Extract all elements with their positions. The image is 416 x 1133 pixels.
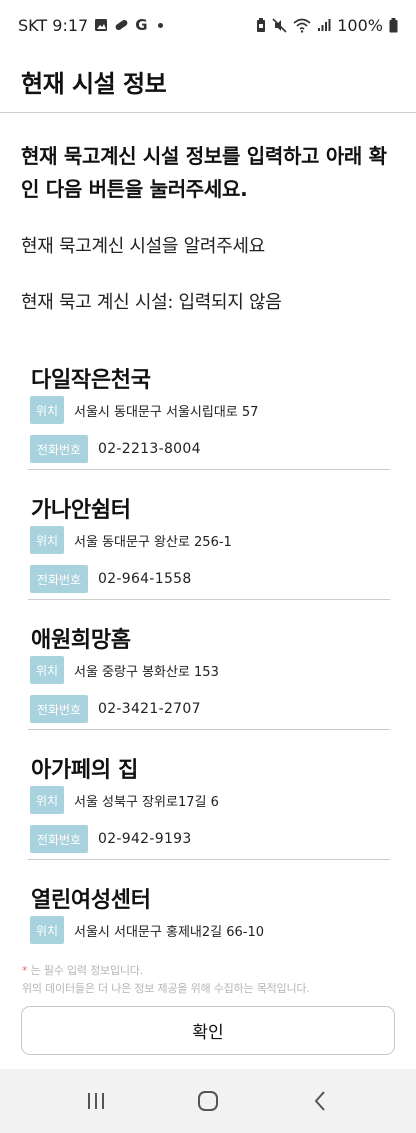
dot-icon xyxy=(157,22,163,28)
facility-list: 다일작은천국 위치 서울시 동대문구 서울시립대로 57 전화번호 02-221… xyxy=(0,340,416,960)
phone-row: 전화번호 02-2213-8004 xyxy=(30,435,201,463)
location-value: 서울 중랑구 봉화산로 153 xyxy=(74,664,219,680)
location-row: 위치 서울 동대문구 왕산로 256-1 xyxy=(30,526,232,554)
wifi-icon xyxy=(293,18,311,33)
location-value: 서울 동대문구 왕산로 256-1 xyxy=(74,534,232,550)
mute-icon xyxy=(272,17,287,33)
home-icon xyxy=(198,1091,218,1111)
back-icon xyxy=(314,1091,325,1111)
recent-apps-button[interactable] xyxy=(66,1076,126,1126)
recent-apps-icon xyxy=(88,1093,104,1109)
phone-value: 02-2213-8004 xyxy=(98,441,201,457)
required-note-text: 는 필수 입력 정보입니다. xyxy=(27,964,144,977)
location-tag: 위치 xyxy=(30,916,64,944)
facility-item[interactable]: 다일작은천국 위치 서울시 동대문구 서울시립대로 57 전화번호 02-221… xyxy=(28,340,390,470)
facility-prompt: 현재 묵고계신 시설을 알려주세요 xyxy=(21,236,265,257)
phone-tag: 전화번호 xyxy=(30,565,88,593)
facility-item[interactable]: 가나안쉼터 위치 서울 동대문구 왕산로 256-1 전화번호 02-964-1… xyxy=(28,470,390,600)
phone-row: 전화번호 02-3421-2707 xyxy=(30,695,201,723)
location-value: 서울시 서대문구 홍제내2길 66-10 xyxy=(74,924,265,940)
phone-row: 전화번호 02-964-1558 xyxy=(30,565,192,593)
location-tag: 위치 xyxy=(30,786,64,814)
back-button[interactable] xyxy=(290,1076,350,1126)
phone-value: 02-3421-2707 xyxy=(98,701,201,717)
location-value: 서울시 동대문구 서울시립대로 57 xyxy=(74,404,259,420)
facility-name: 열린여성센터 xyxy=(31,888,151,913)
phone-tag: 전화번호 xyxy=(30,825,88,853)
phone-row: 전화번호 02-942-9193 xyxy=(30,825,192,853)
app-bar: 현재 시설 정보 xyxy=(0,50,416,113)
status-right: 100% xyxy=(256,16,398,35)
facility-item[interactable]: 아가페의 집 위치 서울 성북구 장위로17길 6 전화번호 02-942-91… xyxy=(28,730,390,860)
required-note: * 는 필수 입력 정보입니다. xyxy=(22,962,143,978)
page-title: 현재 시설 정보 xyxy=(21,69,167,98)
phone-value: 02-964-1558 xyxy=(98,571,192,587)
location-tag: 위치 xyxy=(30,526,64,554)
location-row: 위치 서울 중랑구 봉화산로 153 xyxy=(30,656,219,684)
facility-name: 애원희망홈 xyxy=(31,628,131,653)
battery-percent: 100% xyxy=(337,15,383,35)
location-row: 위치 서울시 서대문구 홍제내2길 66-10 xyxy=(30,916,264,944)
phone-value: 02-942-9193 xyxy=(98,831,192,847)
status-bar: SKT 9:17 G 100% xyxy=(0,0,416,50)
location-tag: 위치 xyxy=(30,396,64,424)
location-row: 위치 서울 성북구 장위로17길 6 xyxy=(30,786,219,814)
screen: SKT 9:17 G 100% 현재 시설 정보 현재 묵고계신 시설 정보를 … xyxy=(0,0,416,1133)
current-facility-status: 현재 묵고 계신 시설: 입력되지 않음 xyxy=(21,292,282,313)
status-left: SKT 9:17 G xyxy=(18,16,163,35)
facility-name: 아가페의 집 xyxy=(31,758,139,783)
intro-heading: 현재 묵고계신 시설 정보를 입력하고 아래 확인 다음 버튼을 눌러주세요. xyxy=(21,144,387,201)
pill-icon xyxy=(115,19,128,31)
phone-tag: 전화번호 xyxy=(30,695,88,723)
location-tag: 위치 xyxy=(30,656,64,684)
confirm-button[interactable]: 확인 xyxy=(21,1006,395,1055)
battery-saver-icon xyxy=(257,17,266,32)
nav-bar xyxy=(0,1069,416,1133)
purpose-note: 위의 데이터들은 더 나은 정보 제공을 위해 수집하는 목적입니다. xyxy=(22,982,310,995)
battery-icon xyxy=(389,17,398,32)
facility-name: 가나안쉼터 xyxy=(31,498,131,523)
home-button[interactable] xyxy=(178,1076,238,1126)
gallery-icon xyxy=(95,19,108,31)
location-value: 서울 성북구 장위로17길 6 xyxy=(74,794,219,810)
google-icon: G xyxy=(135,16,148,34)
facility-item[interactable]: 애원희망홈 위치 서울 중랑구 봉화산로 153 전화번호 02-3421-27… xyxy=(28,600,390,730)
signal-icon xyxy=(318,19,331,31)
location-row: 위치 서울시 동대문구 서울시립대로 57 xyxy=(30,396,258,424)
facility-item[interactable]: 열린여성센터 위치 서울시 서대문구 홍제내2길 66-10 xyxy=(28,860,390,960)
phone-tag: 전화번호 xyxy=(30,435,88,463)
status-time: SKT 9:17 xyxy=(18,15,89,35)
facility-name: 다일작은천국 xyxy=(31,368,151,393)
